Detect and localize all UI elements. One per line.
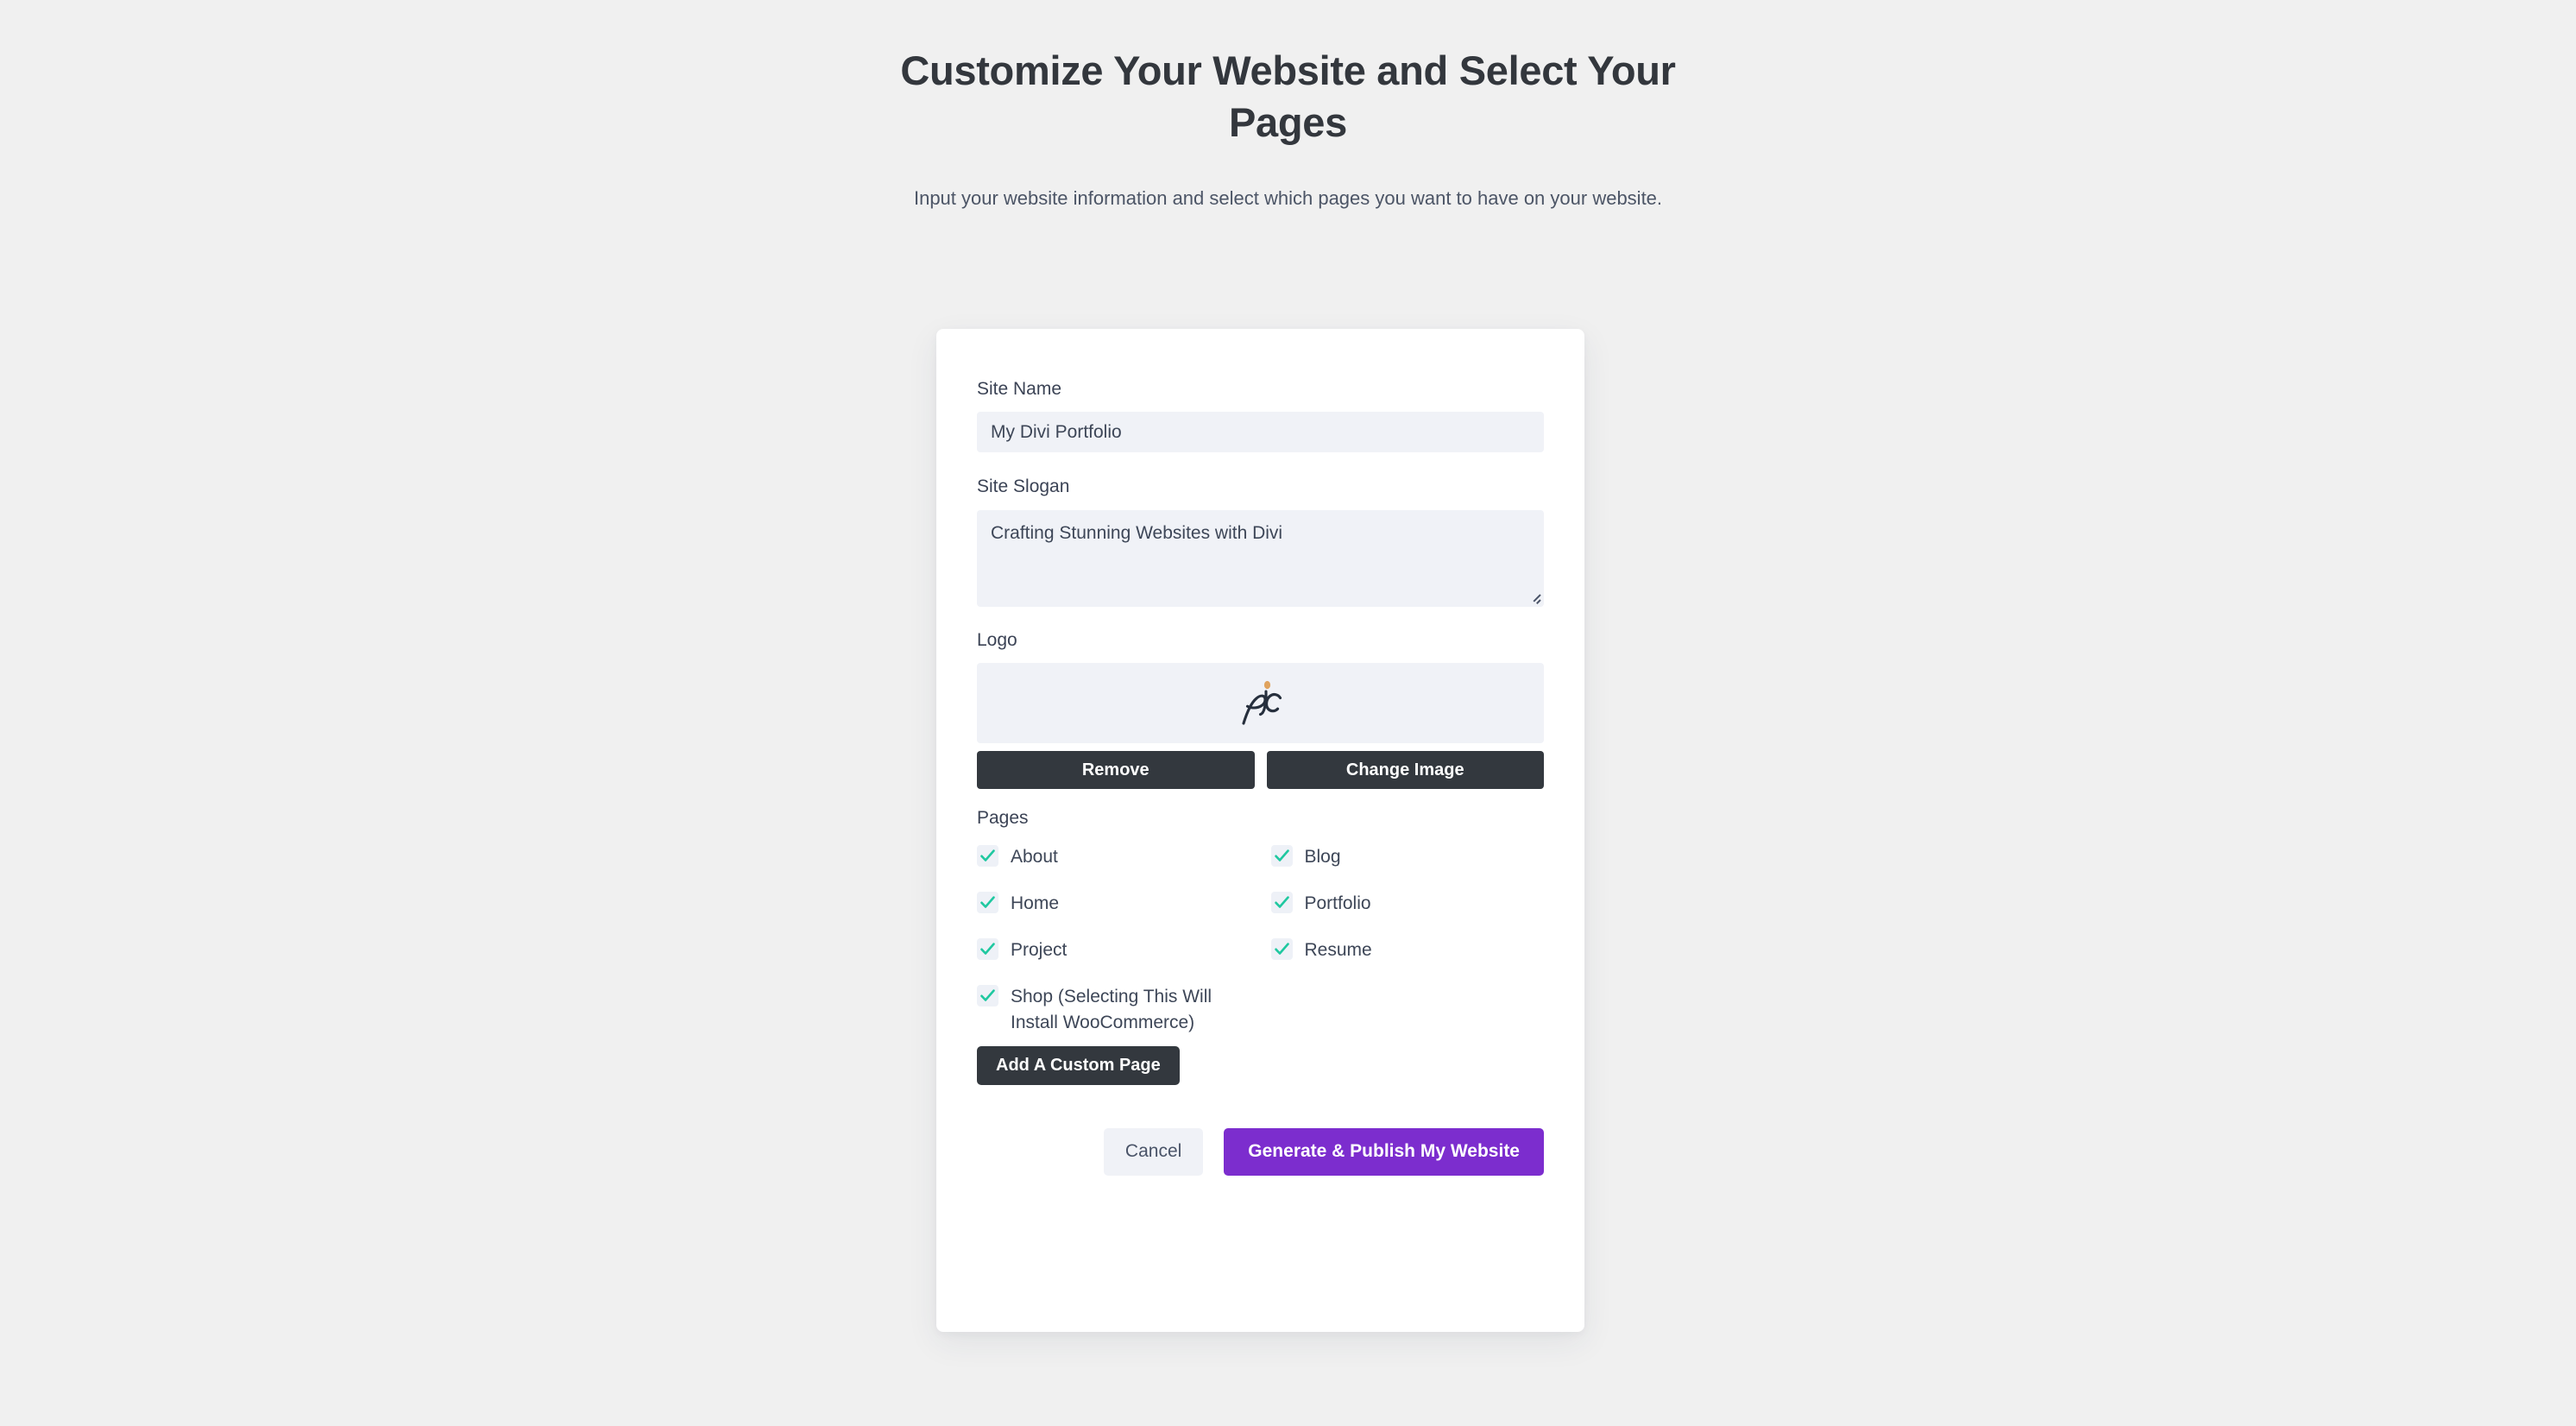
cancel-button[interactable]: Cancel bbox=[1103, 1127, 1204, 1176]
page-option-shop[interactable]: Shop (Selecting This Will Install WooCom… bbox=[977, 980, 1250, 1036]
page-option-label: Blog bbox=[1304, 847, 1341, 868]
page-option-label: Home bbox=[1011, 893, 1060, 914]
pc-signature-logo-icon bbox=[1241, 681, 1282, 725]
generate-publish-button[interactable]: Generate & Publish My Website bbox=[1224, 1127, 1544, 1176]
pages-label: Pages bbox=[977, 807, 1029, 828]
customize-website-card: Site Name Site Slogan Crafting Stunning … bbox=[936, 329, 1584, 1332]
page-subtitle: Input your website information and selec… bbox=[913, 187, 1663, 210]
check-icon bbox=[980, 989, 995, 1001]
site-name-field-group: Site Name bbox=[977, 377, 1544, 453]
page-option-label: About bbox=[1011, 847, 1058, 868]
checkbox-portfolio[interactable] bbox=[1270, 892, 1293, 914]
change-image-button[interactable]: Change Image bbox=[1266, 750, 1544, 789]
page-option-home[interactable]: Home bbox=[977, 887, 1250, 933]
add-custom-page-button[interactable]: Add A Custom Page bbox=[977, 1045, 1180, 1085]
checkbox-blog[interactable] bbox=[1270, 845, 1293, 868]
check-icon bbox=[1274, 943, 1289, 955]
site-slogan-field-group: Site Slogan Crafting Stunning Websites w… bbox=[977, 475, 1544, 607]
page-header: Customize Your Website and Select Your P… bbox=[900, 45, 1677, 212]
logo-field-group: Logo Remove Change Image bbox=[977, 628, 1544, 789]
page-option-about[interactable]: About bbox=[977, 840, 1250, 887]
check-icon bbox=[980, 849, 995, 861]
pages-section: Pages About Blog Home Portfolio Project … bbox=[977, 806, 1544, 1085]
page-title: Customize Your Website and Select Your P… bbox=[900, 47, 1676, 146]
page-option-resume[interactable]: Resume bbox=[1270, 933, 1545, 980]
site-slogan-label: Site Slogan bbox=[977, 476, 1070, 497]
check-icon bbox=[980, 943, 995, 955]
remove-logo-button[interactable]: Remove bbox=[977, 750, 1255, 789]
site-name-label: Site Name bbox=[977, 379, 1062, 399]
checkbox-project[interactable] bbox=[977, 938, 998, 961]
page-option-portfolio[interactable]: Portfolio bbox=[1270, 887, 1545, 933]
add-custom-page-row: Add A Custom Page bbox=[977, 1045, 1544, 1085]
site-name-input[interactable] bbox=[977, 412, 1544, 453]
checkbox-home[interactable] bbox=[977, 892, 998, 914]
checkbox-shop[interactable] bbox=[977, 985, 998, 1007]
check-icon bbox=[1274, 849, 1289, 861]
logo-button-row: Remove Change Image bbox=[977, 750, 1544, 789]
site-slogan-textarea[interactable]: Crafting Stunning Websites with Divi bbox=[977, 509, 1544, 607]
check-icon bbox=[1274, 896, 1289, 908]
page-option-label: Portfolio bbox=[1304, 893, 1371, 914]
page-option-blog[interactable]: Blog bbox=[1270, 840, 1545, 887]
page-option-label: Shop (Selecting This Will Install WooCom… bbox=[1011, 987, 1212, 1032]
pages-checkbox-grid: About Blog Home Portfolio Project Resume… bbox=[977, 840, 1544, 1036]
card-footer-actions: Cancel Generate & Publish My Website bbox=[977, 1127, 1544, 1176]
page-option-project[interactable]: Project bbox=[977, 933, 1250, 980]
page-option-label: Resume bbox=[1304, 940, 1372, 961]
checkbox-about[interactable] bbox=[977, 845, 998, 868]
page-option-label: Project bbox=[1011, 940, 1068, 961]
checkbox-resume[interactable] bbox=[1270, 938, 1293, 961]
logo-label: Logo bbox=[977, 629, 1017, 650]
check-icon bbox=[980, 896, 995, 908]
logo-preview-box bbox=[977, 662, 1544, 743]
app-root: Customize Your Website and Select Your P… bbox=[0, 0, 2576, 1426]
site-slogan-textarea-wrap: Crafting Stunning Websites with Divi bbox=[977, 509, 1544, 607]
